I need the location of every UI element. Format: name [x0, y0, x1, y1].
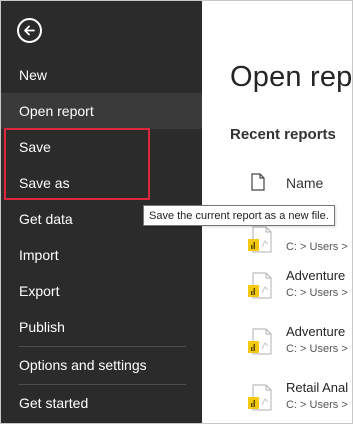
recent-file-row[interactable]: C: > Users >	[202, 222, 352, 262]
recent-file-path: C: > Users >	[286, 343, 348, 355]
recent-file-row[interactable]: Adventure C: > Users >	[202, 324, 352, 364]
document-icon	[251, 173, 265, 191]
menu-item-save-as[interactable]: Save as	[1, 165, 202, 201]
back-arrow-icon	[24, 25, 35, 36]
recent-file-row[interactable]: Adventure C: > Users >	[202, 268, 352, 308]
save-as-tooltip: Save the current report as a new file.	[143, 205, 335, 226]
menu-item-publish[interactable]: Publish	[1, 309, 202, 345]
pbix-file-icon	[248, 384, 272, 411]
page-title: Open repo	[230, 61, 353, 93]
menu-item-export[interactable]: Export	[1, 273, 202, 309]
back-button[interactable]	[17, 18, 42, 43]
menu-item-save[interactable]: Save	[1, 129, 202, 165]
recent-file-path: C: > Users >	[286, 241, 348, 253]
file-menu-window: New Open report Save Save as Get data Im…	[0, 0, 353, 424]
recent-file-path: C: > Users >	[286, 287, 348, 299]
menu-item-get-started[interactable]: Get started	[1, 385, 202, 421]
menu-item-open-report[interactable]: Open report	[1, 93, 202, 129]
recent-file-path: C: > Users >	[286, 399, 348, 411]
section-title: Recent reports	[230, 126, 336, 143]
menu-item-new[interactable]: New	[1, 57, 202, 93]
menu-item-import[interactable]: Import	[1, 237, 202, 273]
column-header-name[interactable]: Name	[286, 175, 323, 191]
recent-file-name: Retail Anal	[286, 380, 349, 395]
recent-file-row[interactable]: Retail Anal C: > Users >	[202, 380, 352, 420]
pbix-file-icon	[248, 226, 272, 253]
menu-item-options-and-settings[interactable]: Options and settings	[1, 347, 202, 383]
recent-file-name: Adventure	[286, 268, 346, 283]
pbix-file-icon	[248, 328, 272, 355]
recent-file-name: Adventure	[286, 324, 346, 339]
pbix-file-icon	[248, 272, 272, 299]
